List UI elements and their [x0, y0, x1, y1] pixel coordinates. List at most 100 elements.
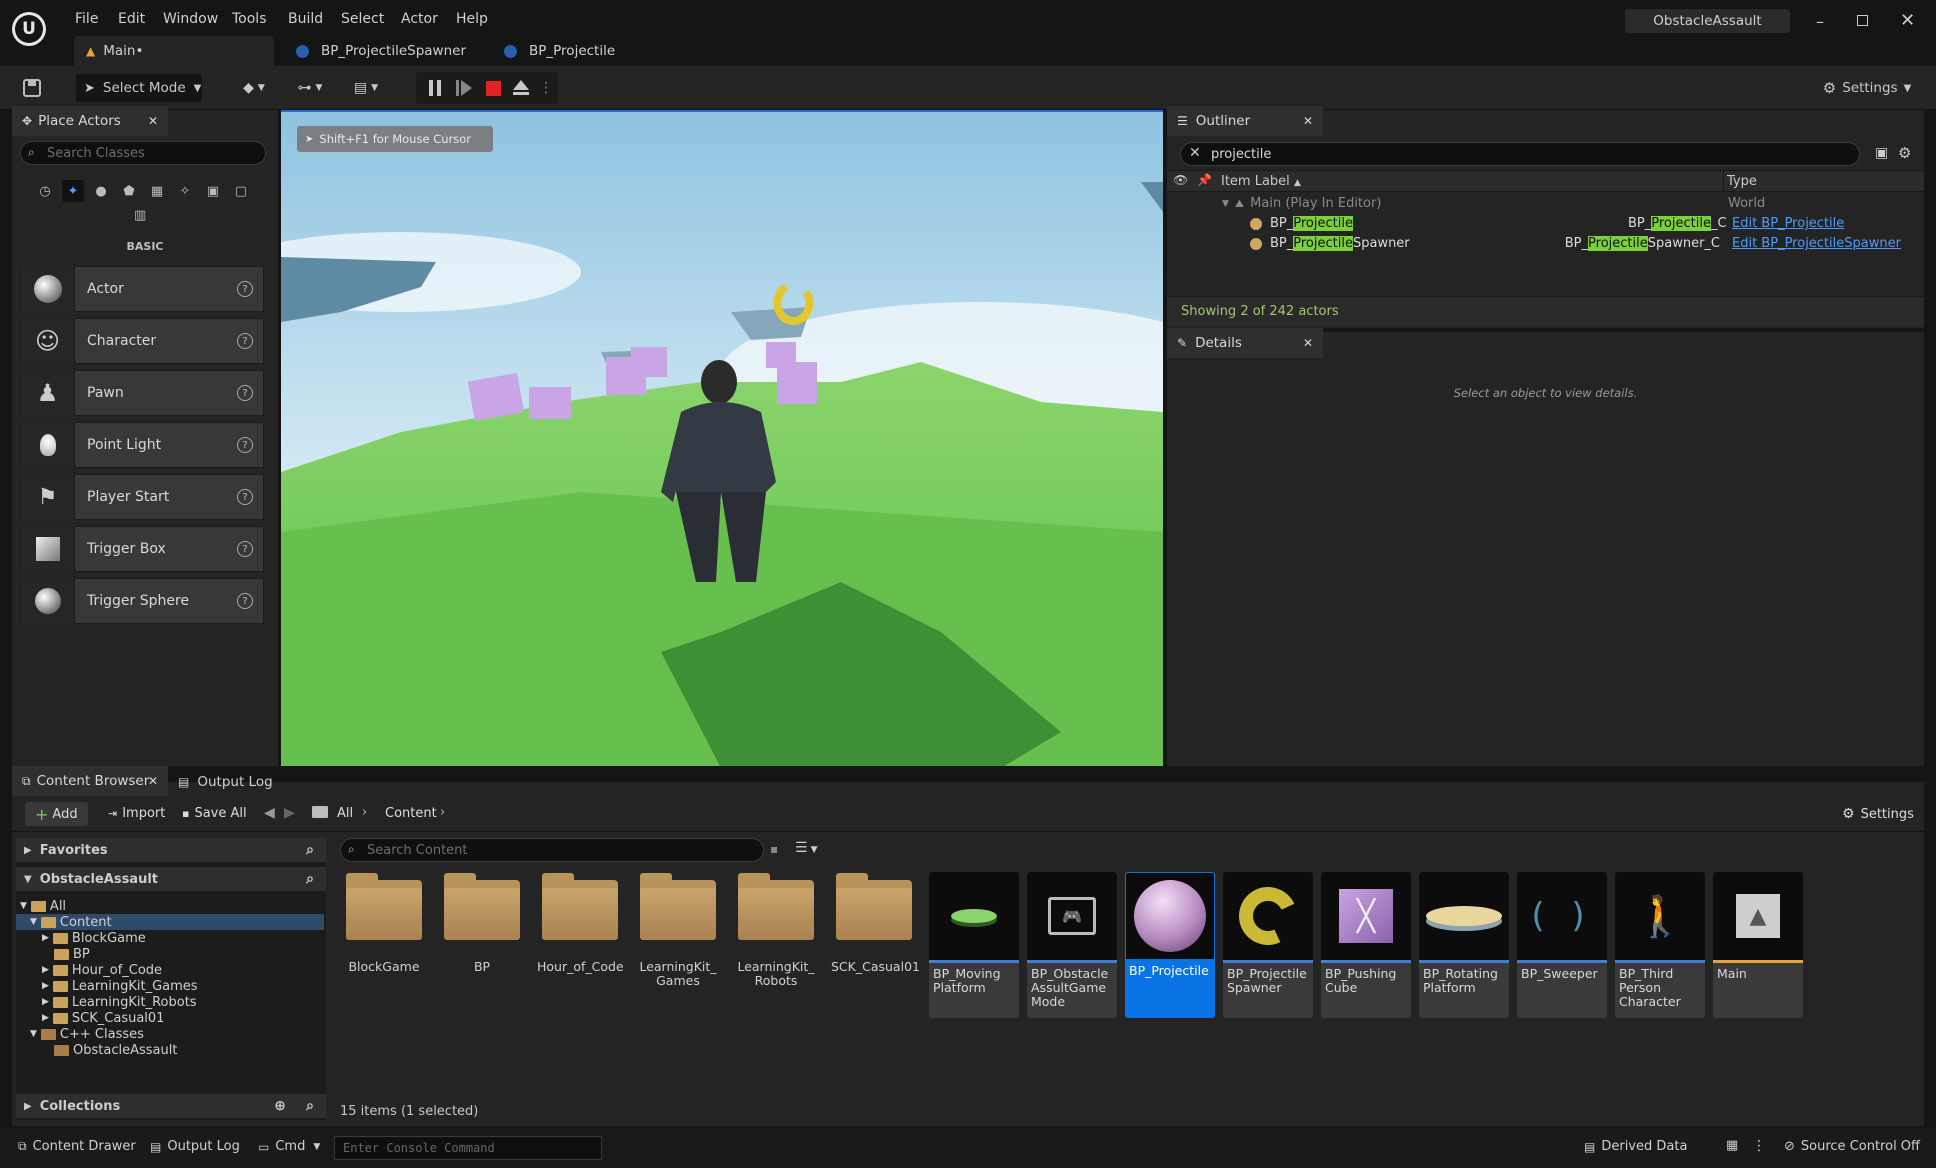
tree-item-blockgame[interactable]: ▶ BlockGame — [42, 930, 146, 946]
import-button[interactable]: ⇥ Import — [108, 806, 165, 821]
close-tab-icon[interactable]: ✕ — [1303, 336, 1313, 350]
actor-item-trigger-sphere[interactable]: Trigger Sphere ? — [20, 578, 264, 624]
folder-tile-bp[interactable]: BP — [439, 873, 525, 974]
unreal-logo-icon[interactable]: U — [12, 12, 46, 46]
visibility-eye-icon[interactable]: 👁 — [1173, 173, 1188, 187]
asset-tile-bp-projectile[interactable]: BP_Projectile — [1125, 872, 1215, 1018]
save-search-icon[interactable]: ▪ — [770, 842, 778, 856]
project-header[interactable]: ▼ ObstacleAssault ⌕ — [16, 867, 326, 891]
expand-arrow-icon[interactable]: ▼ — [1222, 199, 1229, 209]
outliner-row-bp-projectile[interactable]: BP_ Projectile — [1250, 216, 1353, 231]
more-options-icon[interactable]: ⋮ — [539, 78, 553, 98]
breadcrumb-content[interactable]: Content — [385, 806, 437, 821]
cinematics-icon[interactable]: ▤ ▼ — [346, 78, 386, 98]
asset-tile-bp-obstacle-assult-game-mode[interactable]: 🎮 BP_Obstacle AssultGame Mode — [1027, 872, 1117, 1018]
visual-effects-icon[interactable]: ✧ — [174, 180, 196, 202]
restore-button[interactable] — [1857, 15, 1868, 26]
collections-header[interactable]: ▶ Collections ⊕ ⌕ — [16, 1094, 326, 1118]
help-icon[interactable]: ? — [237, 281, 253, 297]
save-icon[interactable] — [22, 78, 42, 98]
search-classes-input[interactable]: ⌕ Search Classes — [20, 141, 266, 165]
console-command-input[interactable]: Enter Console Command — [334, 1136, 602, 1160]
asset-tile-bp-sweeper[interactable]: ( ) BP_Sweeper — [1517, 872, 1607, 1018]
minimize-button[interactable]: – — [1816, 12, 1824, 31]
asset-tile-bp-pushing-cube[interactable]: ╳ BP_Pushing Cube — [1321, 872, 1411, 1018]
step-frame-icon[interactable] — [454, 78, 474, 98]
tree-item-sck-casual01[interactable]: ▶ SCK_Casual01 — [42, 1010, 164, 1026]
volumes-icon[interactable]: ▢ — [230, 180, 252, 202]
content-settings-button[interactable]: ⚙ Settings — [1842, 806, 1914, 822]
tree-item-hour-of-code[interactable]: ▶ Hour_of_Code — [42, 962, 162, 978]
actor-item-pawn[interactable]: ♟ Pawn ? — [20, 370, 264, 416]
help-icon[interactable]: ? — [237, 489, 253, 505]
asset-tile-bp-rotating-platform[interactable]: BP_Rotating Platform — [1419, 872, 1509, 1018]
tab-main[interactable]: ▲ Main• — [74, 36, 274, 66]
tab-details[interactable]: ✎ Details ✕ — [1167, 328, 1323, 358]
menu-actor[interactable]: Actor — [401, 11, 438, 27]
folder-icon[interactable] — [312, 806, 328, 818]
favorites-header[interactable]: ▶ Favorites ⌕ — [16, 838, 326, 862]
menu-tools[interactable]: Tools — [232, 11, 267, 27]
tab-bp-projectile-spawner[interactable]: BP_ProjectileSpawner — [284, 36, 478, 66]
actor-item-trigger-box[interactable]: Trigger Box ? — [20, 526, 264, 572]
build-progress-icon[interactable]: ▦ — [1726, 1138, 1738, 1153]
blueprints-icon[interactable]: ⊶ ▼ — [290, 78, 330, 98]
save-all-button[interactable]: ▪ Save All — [182, 806, 247, 821]
folder-tile-sck-casual01[interactable]: SCK_Casual01 — [831, 873, 920, 974]
actor-item-player-start[interactable]: ⚑ Player Start ? — [20, 474, 264, 520]
recent-icon[interactable]: ◷ — [34, 180, 56, 202]
search-icon[interactable]: ⌕ — [306, 1098, 314, 1114]
cmd-dropdown[interactable]: ▭ Cmd ▼ — [258, 1139, 320, 1154]
source-control-button[interactable]: ⊘ Source Control Off — [1784, 1139, 1920, 1154]
tree-item-cpp-classes[interactable]: ▼ C++ Classes — [30, 1026, 144, 1042]
tree-item-content[interactable]: ▼ Content — [30, 914, 112, 930]
pin-icon[interactable]: 📌 — [1197, 173, 1212, 187]
close-tab-icon[interactable]: ✕ — [1303, 114, 1313, 128]
tab-output-log[interactable]: ▤ Output Log — [178, 774, 273, 790]
close-tab-icon[interactable]: ✕ — [148, 774, 158, 788]
basic-category-icon[interactable]: ✦ — [62, 180, 84, 202]
folder-tile-learningkit-robots[interactable]: LearningKit_ Robots — [733, 873, 819, 988]
menu-window[interactable]: Window — [163, 11, 218, 27]
clear-search-icon[interactable]: ✕ — [1189, 145, 1201, 161]
help-icon[interactable]: ? — [237, 593, 253, 609]
tree-item-learningkit-games[interactable]: ▶ LearningKit_Games — [42, 978, 198, 994]
folder-tile-learningkit-games[interactable]: LearningKit_ Games — [635, 873, 721, 988]
more-options-icon[interactable]: ⋮ — [1752, 1138, 1766, 1154]
select-mode-dropdown[interactable]: ➤ Select Mode ▼ — [76, 74, 202, 102]
search-icon[interactable]: ⌕ — [306, 842, 314, 858]
menu-select[interactable]: Select — [341, 11, 384, 27]
add-collection-icon[interactable]: ⊕ — [274, 1098, 286, 1114]
col-type[interactable]: Type — [1727, 174, 1757, 189]
lights-icon[interactable]: ● — [90, 180, 112, 202]
asset-tile-bp-projectile-spawner[interactable]: BP_Projectile Spawner — [1223, 872, 1313, 1018]
close-tab-icon[interactable]: ✕ — [148, 114, 158, 128]
filter-icon[interactable]: ☰ ▼ — [795, 840, 817, 856]
asset-tile-main[interactable]: ▲ Main — [1713, 872, 1803, 1018]
close-window-button[interactable]: ✕ — [1900, 10, 1915, 31]
add-button[interactable]: + Add — [25, 802, 88, 826]
menu-help[interactable]: Help — [456, 11, 488, 27]
output-log-button[interactable]: ▤ Output Log — [150, 1139, 240, 1154]
outliner-search-input[interactable]: ✕ projectile — [1180, 142, 1860, 166]
help-icon[interactable]: ? — [237, 541, 253, 557]
actor-item-actor[interactable]: Actor ? — [20, 266, 264, 312]
tab-bp-projectile[interactable]: BP_Projectile — [492, 36, 627, 66]
menu-file[interactable]: File — [75, 11, 98, 27]
tab-content-browser[interactable]: ⧉ Content Browser ✕ — [12, 766, 168, 796]
tab-place-actors[interactable]: ✥ Place Actors ✕ — [12, 106, 168, 136]
breadcrumb-all[interactable]: All — [337, 806, 353, 821]
search-content-input[interactable]: ⌕ Search Content — [340, 838, 764, 862]
pause-icon[interactable] — [426, 78, 444, 98]
tree-item-all[interactable]: ▼ All — [20, 898, 66, 914]
all-classes-icon[interactable]: ▥ — [134, 208, 146, 223]
tree-item-learningkit-robots[interactable]: ▶ LearningKit_Robots — [42, 994, 197, 1010]
menu-edit[interactable]: Edit — [118, 11, 145, 27]
folder-tile-blockgame[interactable]: BlockGame — [341, 873, 427, 974]
help-icon[interactable]: ? — [237, 333, 253, 349]
help-icon[interactable]: ? — [237, 385, 253, 401]
settings-button[interactable]: ⚙ Settings ▼ — [1822, 78, 1912, 98]
add-content-icon[interactable]: ◆ ▼ — [236, 78, 272, 98]
col-item-label[interactable]: Item Label ▲ — [1221, 174, 1301, 189]
eject-icon[interactable] — [511, 78, 531, 98]
